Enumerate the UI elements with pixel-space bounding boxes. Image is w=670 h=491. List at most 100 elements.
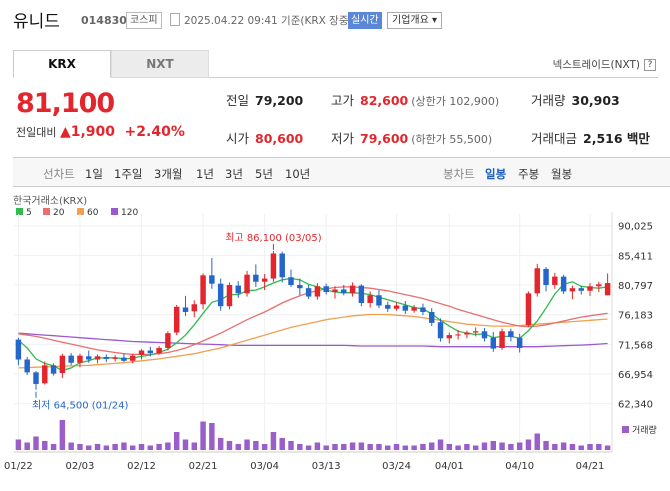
candle-body (24, 359, 30, 373)
min-annotation: 최저 64,500 (01/24) (32, 400, 128, 412)
candle-body (217, 283, 224, 307)
stat-label: 시가 (226, 131, 250, 146)
x-tick-label: 03/04 (250, 461, 279, 472)
range-3y[interactable]: 3년 (225, 166, 243, 182)
candle-body (411, 307, 417, 311)
candle-body (543, 268, 549, 285)
volume-bar (288, 441, 294, 450)
volume-bar (587, 444, 593, 450)
candle-body (244, 274, 250, 294)
volume-bar (112, 444, 118, 450)
x-tick-label: 03/13 (312, 461, 341, 472)
legend-label: 60 (87, 208, 99, 218)
candle-body (209, 275, 215, 284)
candle-body (525, 293, 532, 326)
volume-bar (525, 439, 532, 450)
candle-body (129, 355, 136, 361)
candle-body (191, 304, 198, 312)
candle-daily[interactable]: 일봉 (485, 166, 506, 182)
volume-bar (138, 444, 145, 450)
candle-body (393, 305, 400, 309)
candle-body (156, 347, 162, 354)
volume-bar (402, 445, 409, 450)
range-1y[interactable]: 1년 (196, 166, 214, 182)
y-tick-label: 62,340 (618, 400, 653, 411)
candle-body (235, 285, 241, 294)
candle-body (147, 350, 154, 354)
volume-bar (68, 442, 74, 450)
y-tick-label: 85,411 (618, 251, 653, 262)
stat-label: 거래량 (531, 93, 566, 108)
range-1w[interactable]: 1주일 (114, 166, 142, 182)
volume-bar (86, 445, 92, 450)
stat-label: 전일 (226, 93, 250, 108)
candle-body (279, 253, 285, 278)
volume-bar (182, 439, 189, 450)
price-change: 전일대비 ▲1,900 +2.40% (16, 124, 185, 140)
line-chart-label: 선차트 (43, 167, 75, 181)
change-percent: +2.40% (124, 124, 185, 140)
range-1d[interactable]: 1일 (85, 166, 103, 182)
candle-body (552, 276, 558, 285)
company-info-dropdown[interactable]: 기업개요 ▾ (387, 12, 442, 29)
volume-bar (481, 442, 488, 450)
volume-bar (209, 423, 215, 450)
candle-body (420, 307, 426, 312)
x-tick-label: 02/21 (189, 461, 218, 472)
volume-bar (420, 444, 426, 450)
tab-nxt[interactable]: NXT (111, 50, 209, 78)
candle-body (94, 356, 101, 360)
stock-code: 014830 (81, 14, 127, 27)
volume-bar (604, 445, 611, 450)
volume-bar (552, 444, 558, 450)
legend-swatch (16, 208, 23, 215)
volume-bar (305, 445, 312, 450)
volume-bar (156, 444, 162, 450)
volume-bar (508, 444, 514, 450)
candle-body (288, 277, 294, 285)
stat-value: 80,600 (255, 131, 304, 146)
candle-body (472, 331, 479, 333)
volume-bar (560, 442, 567, 450)
candle-body (437, 322, 444, 339)
market-badge: 코스피 (126, 12, 162, 29)
candle-monthly[interactable]: 월봉 (551, 166, 572, 182)
candle-body (569, 288, 576, 292)
nextrade-link[interactable]: 넥스트레이드(NXT)? (553, 57, 656, 72)
candle-body (323, 286, 329, 293)
range-3m[interactable]: 3개월 (154, 166, 182, 182)
range-10y[interactable]: 10년 (285, 166, 310, 182)
stat-value: 2,516 백만 (583, 131, 650, 146)
realtime-button[interactable]: 실시간 (348, 12, 382, 29)
y-tick-label: 76,183 (618, 311, 653, 322)
volume-bar (490, 441, 497, 450)
volume-bar (578, 445, 584, 450)
tab-krx[interactable]: KRX (13, 50, 111, 78)
volume-bar (341, 444, 347, 450)
volume-legend-swatch (622, 426, 629, 433)
volume-bar (15, 439, 22, 450)
volume-bar (129, 445, 136, 450)
candle-body (349, 285, 356, 294)
stat-label: 거래대금 (531, 131, 578, 146)
volume-bar (367, 444, 373, 450)
candle-body (534, 268, 540, 294)
stat-prev: 전일 79,200 (226, 90, 303, 109)
volume-bar (543, 441, 549, 450)
volume-bar (191, 442, 198, 450)
legend-swatch (43, 208, 50, 215)
x-tick-label: 04/21 (576, 461, 605, 472)
candle-weekly[interactable]: 주봉 (518, 166, 539, 182)
volume-bar (358, 442, 365, 450)
candle-body (165, 333, 171, 348)
volume-bar (121, 442, 127, 450)
volume-bar (446, 444, 453, 450)
volume-bar (472, 445, 479, 450)
stock-name: 유니드 (13, 12, 60, 32)
max-annotation: 최고 86,100 (03/05) (225, 232, 321, 244)
candle-body (121, 357, 127, 361)
candle-body (578, 288, 584, 291)
volume-bar (516, 442, 523, 450)
help-icon[interactable]: ? (644, 59, 656, 71)
range-5y[interactable]: 5년 (255, 166, 273, 182)
